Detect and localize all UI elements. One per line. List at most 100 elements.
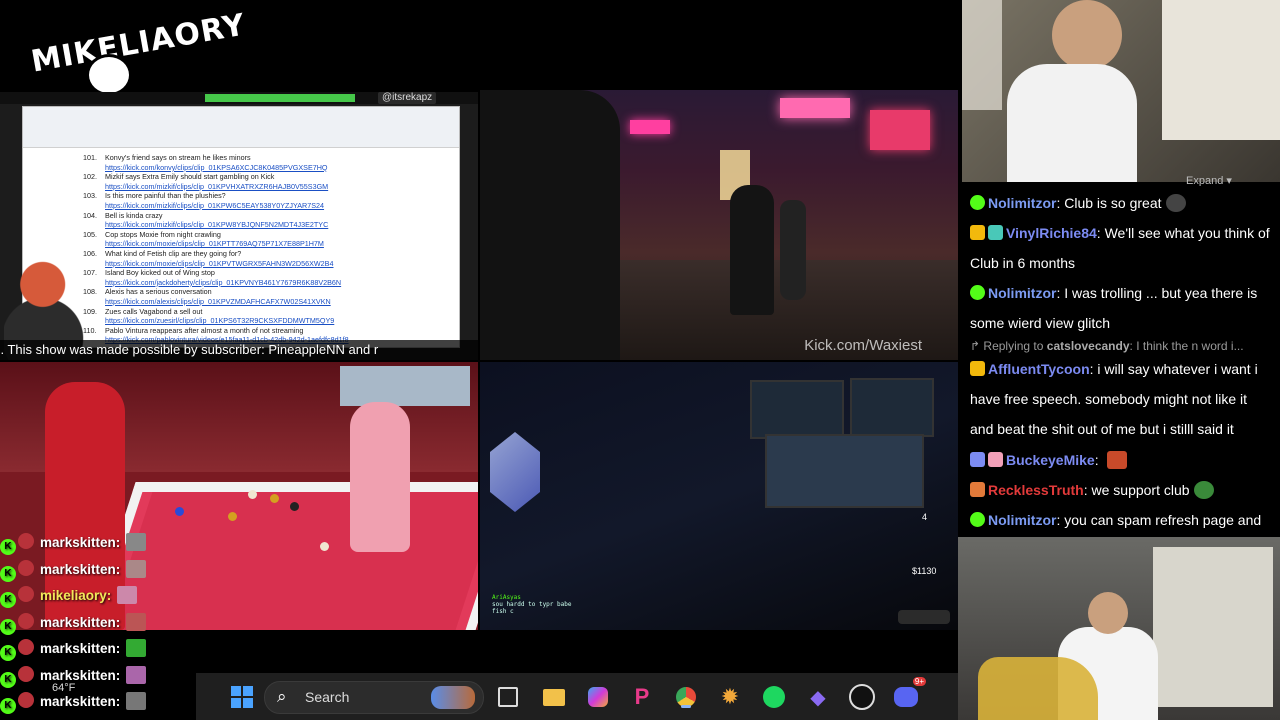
- task-view-icon[interactable]: [494, 683, 522, 711]
- clip-title-text: Island Boy kicked out of Wing stop: [105, 268, 215, 278]
- verified-badge-icon: [970, 512, 985, 527]
- overlay-chat-row: Kmikeliaory:: [0, 586, 138, 608]
- chat-username[interactable]: RecklessTruth: [988, 482, 1084, 498]
- doc-clip-stream: @itsrekapz 101. Konvy's friend says on st…: [0, 92, 478, 360]
- sub-badge-icon: [18, 639, 34, 655]
- spotify-icon[interactable]: [760, 683, 788, 711]
- copilot-icon[interactable]: [584, 683, 612, 711]
- clip-number: 101.: [83, 153, 97, 162]
- counter-value: 4: [922, 512, 928, 522]
- street-stream: Kick.com/Waxiest: [480, 90, 958, 360]
- clip-link[interactable]: https://kick.com/zuesirl/clips/clip_01KP…: [83, 316, 453, 326]
- sub-badge-icon: [970, 361, 985, 376]
- search-label: Search: [305, 689, 350, 705]
- chat-username[interactable]: Nolimitzor: [988, 512, 1056, 528]
- chat-username[interactable]: Nolimitzor: [988, 195, 1056, 211]
- obsidian-icon[interactable]: ◆: [804, 683, 832, 711]
- overlay-chat-username: markskitten:: [40, 535, 121, 550]
- clip-title: 106. What kind of Fetish clip are they go…: [83, 249, 453, 259]
- overlay-chat-row: Kmarkskitten:: [0, 639, 147, 661]
- clip-link[interactable]: https://kick.com/jackdoherty/clips/clip_…: [83, 278, 453, 288]
- streamer-head: [1052, 0, 1122, 70]
- overlay-widget: [898, 610, 950, 624]
- monitor: [765, 434, 924, 508]
- overlay-chat-row: Kmarkskitten:: [0, 559, 147, 582]
- chat-username[interactable]: AffluentTycoon: [988, 361, 1090, 377]
- streamer-webcam: Expand ▾: [962, 0, 1280, 187]
- clip-title-text: What kind of Fetish clip are they going …: [105, 248, 242, 258]
- clip-number: 103.: [83, 191, 97, 201]
- streamer-handle: @itsrekapz: [378, 92, 437, 104]
- chat-text: we support club: [1091, 482, 1190, 498]
- emote-icon: [126, 533, 147, 551]
- chrome-icon[interactable]: [672, 683, 700, 711]
- search-icon: ⌕: [277, 687, 287, 706]
- clip-link[interactable]: https://kick.com/konvy/clips/clip_01KPSA…: [83, 163, 453, 173]
- clip-title: 108. Alexis has a serious conversation: [83, 287, 453, 297]
- sub-badge-icon: [18, 692, 34, 708]
- emote-icon: [126, 559, 147, 578]
- neon-sign: [780, 98, 850, 118]
- reply-text: I think the n word i...: [1136, 339, 1244, 353]
- discord-icon[interactable]: 9+: [892, 677, 926, 711]
- kick-badge-icon: K: [0, 645, 16, 661]
- overlay-chat-username: mikeliaory:: [40, 588, 112, 603]
- stream-watermark: Kick.com/Waxiest: [804, 337, 922, 354]
- overlay-chat-username: markskitten:: [40, 614, 121, 630]
- clip-link[interactable]: https://kick.com/mizkif/clips/clip_01KPW…: [83, 220, 453, 230]
- money-counter: $1130: [912, 566, 937, 576]
- secondary-webcam: [958, 537, 1280, 720]
- progress-bar: [205, 94, 355, 102]
- reply-username: catslovecandy: [1046, 339, 1130, 353]
- clip-title: 110.Pablo Vintura reappears after almost…: [83, 326, 453, 336]
- sub-badge-icon: [18, 559, 34, 576]
- chat-message: Nolimitzor: Club is so great: [970, 188, 1270, 218]
- logo-text: MIKELIAORY: [28, 7, 249, 80]
- desk-chat-line: fish c: [492, 608, 514, 615]
- monitor: [850, 378, 934, 437]
- clip-link[interactable]: https://kick.com/mizkif/clips/clip_01KPV…: [83, 182, 453, 192]
- clip-link[interactable]: https://kick.com/alexis/clips/clip_01KPV…: [83, 297, 453, 307]
- clip-link[interactable]: https://kick.com/moxie/clips/clip_01KPVT…: [83, 259, 453, 269]
- weather-temperature[interactable]: 64°F: [52, 682, 75, 694]
- emote-icon: [1106, 451, 1127, 469]
- folder-icon[interactable]: [540, 683, 568, 711]
- clip-title: 103. Is this more painful than the plushi…: [83, 191, 453, 201]
- chat-message: RecklessTruth: we support club: [970, 475, 1270, 505]
- sun-app-icon[interactable]: ✹: [716, 683, 744, 711]
- overlay-chat-row: Kmarkskitten:: [0, 612, 147, 635]
- clip-link[interactable]: https://kick.com/mizkif/clips/clip_01KPW…: [83, 201, 453, 211]
- clip-link[interactable]: https://kick.com/moxie/clips/clip_01KPTT…: [83, 239, 453, 249]
- obs-icon[interactable]: [848, 683, 876, 711]
- picsart-icon[interactable]: P: [628, 683, 656, 711]
- sub-badge-icon: [970, 482, 985, 497]
- emote-icon: [126, 612, 147, 631]
- sub-badge-icon: [18, 533, 34, 549]
- chat-username[interactable]: Nolimitzor: [988, 285, 1056, 301]
- clip-number: 102.: [83, 172, 97, 182]
- clip-number: 105.: [83, 229, 97, 239]
- neon-sign: [630, 120, 670, 134]
- neon-sign: [870, 110, 930, 150]
- foreground-person: [480, 90, 620, 360]
- channel-logo: MIKELIAORY: [28, 7, 248, 96]
- chat-username[interactable]: BuckeyeMike: [1006, 452, 1095, 468]
- subscriber-banner: s. This show was made possible by subscr…: [0, 340, 478, 360]
- gift-badge-icon: [988, 452, 1003, 467]
- overlay-chat-username: markskitten:: [40, 694, 121, 709]
- person-head: [1088, 592, 1128, 634]
- kick-badge-icon: K: [0, 539, 16, 555]
- taskbar-search[interactable]: ⌕ Search: [264, 681, 484, 714]
- clip-title-text: Alexis has a serious conversation: [105, 287, 212, 297]
- clip-title-text: Mizkif says Extra Emily should start gam…: [105, 172, 275, 182]
- woman-in-dress: [350, 402, 410, 552]
- pool-ball: [270, 494, 279, 503]
- clip-title: 105. Cop stops Moxie from night crawling: [83, 230, 453, 240]
- clip-title-text: Bell is kinda crazy: [105, 210, 163, 220]
- chat-message: Nolimitzor: I was trolling ... but yea t…: [970, 285, 1258, 331]
- chat-text: you can spam refresh page and: [1064, 512, 1262, 528]
- clip-title-text: Konvy's friend says on stream he likes m…: [105, 153, 251, 162]
- chat-username[interactable]: VinylRichie84: [1006, 225, 1097, 241]
- windows-start-icon[interactable]: [228, 683, 256, 711]
- emote-icon: [117, 586, 138, 604]
